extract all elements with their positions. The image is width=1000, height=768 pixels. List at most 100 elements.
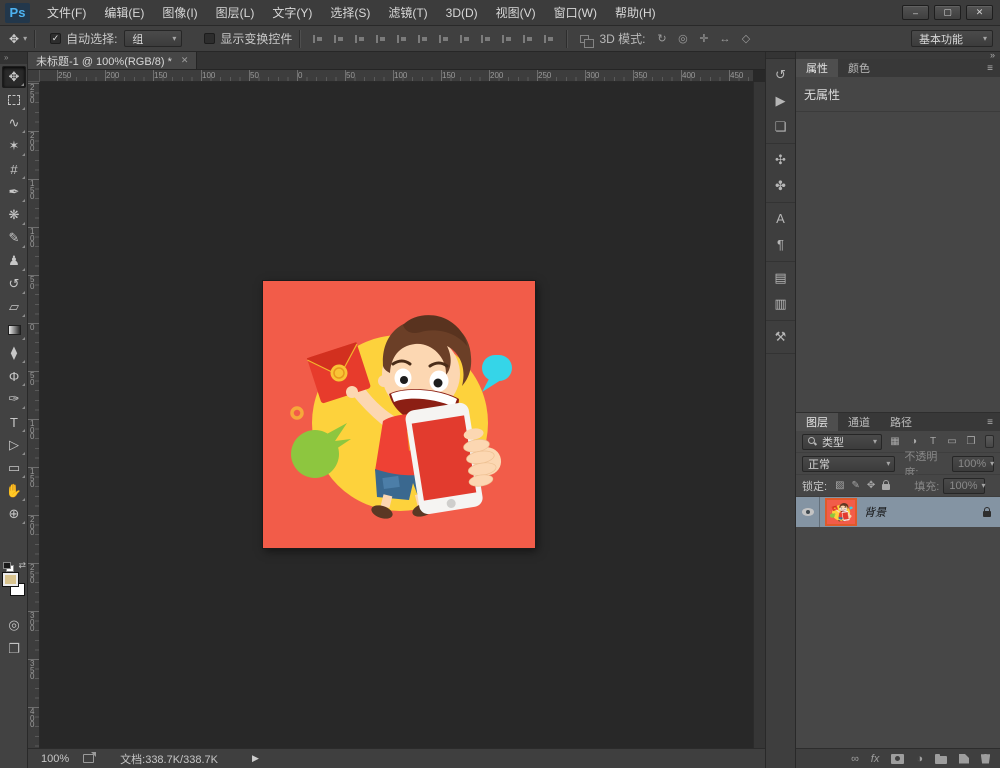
quick-mask-mode-button[interactable]: ◎ [0, 614, 28, 636]
horizontal-ruler[interactable]: 250 200 150 100 50 0 50 100 150 200 250 300 350 400 45… [40, 70, 753, 82]
zoom-tool[interactable]: ⊕ [2, 503, 26, 525]
maximize-button[interactable]: ▢ [934, 5, 961, 20]
properties-panel-menu-icon[interactable]: ≡ [987, 59, 1000, 77]
collapse-panels-icon[interactable]: » [990, 50, 995, 60]
menu-item[interactable]: 文字(Y) [263, 0, 321, 26]
3d-drag-tool[interactable]: ✛ [693, 32, 714, 45]
screen-mode-button[interactable]: ❐ [0, 638, 28, 660]
tab-paths[interactable]: 路径 [880, 413, 922, 431]
eyedropper-tool[interactable]: ✒ [2, 181, 26, 203]
lock-transparent-pixels[interactable]: ▨ [835, 480, 844, 491]
layer-filter-dropdown[interactable]: 类型 ▾ [802, 433, 882, 450]
auto-align-layers[interactable] [575, 34, 595, 48]
minimize-button[interactable]: – [902, 5, 929, 20]
3d-rotate-tool[interactable]: ↻ [651, 32, 672, 45]
3d-scale-tool[interactable]: ◇ [735, 32, 756, 45]
path-selection-tool[interactable]: ▷ [2, 434, 26, 456]
blend-mode-dropdown[interactable]: 正常 ▾ [802, 455, 896, 472]
distribute-top-edges[interactable] [434, 34, 454, 43]
spot-healing-brush-tool[interactable]: ❋ [2, 204, 26, 226]
3d-slide-tool[interactable]: ↔ [714, 33, 735, 45]
move-tool[interactable]: ✥ [2, 66, 26, 88]
new-adjustment-layer[interactable]: ◑ [916, 753, 923, 765]
new-layer[interactable] [959, 753, 969, 764]
brush-presets-panel[interactable]: ✤ [769, 174, 793, 197]
menu-item[interactable]: 图层(L) [207, 0, 264, 26]
layer-effects[interactable]: fx [871, 753, 880, 765]
layers-panel-menu-icon[interactable]: ≡ [987, 413, 1000, 431]
menu-item[interactable]: 滤镜(T) [379, 0, 436, 26]
align-right-edges[interactable] [413, 34, 433, 43]
styles-panel[interactable]: ❏ [769, 115, 793, 138]
actions-panel[interactable]: ▶ [769, 89, 793, 112]
new-group[interactable] [935, 753, 947, 764]
close-button[interactable]: ✕ [966, 5, 993, 20]
default-colors-icon[interactable] [3, 562, 14, 572]
document-tab[interactable]: 未标题-1 @ 100%(RGB/8) * ✕ [28, 52, 198, 69]
layer-filter-toggle[interactable] [985, 435, 994, 448]
history-brush-tool[interactable]: ↺ [2, 273, 26, 295]
workspace-switcher[interactable]: 基本功能 ▾ [911, 30, 993, 47]
tab-layers[interactable]: 图层 [796, 413, 838, 431]
auto-select-dropdown[interactable]: 组 ▾ [124, 30, 183, 47]
tab-color[interactable]: 颜色 [838, 59, 880, 77]
show-transform-checkbox[interactable] [204, 33, 216, 44]
menu-item[interactable]: 图像(I) [153, 0, 206, 26]
rectangular-marquee-tool[interactable] [2, 89, 26, 111]
foreground-color-swatch[interactable] [3, 573, 18, 586]
distribute-horizontal-centers[interactable] [518, 34, 538, 43]
layer-thumbnail[interactable] [825, 498, 857, 526]
brush-panel[interactable]: ✣ [769, 148, 793, 171]
auto-select-checkbox[interactable]: ✓ [50, 33, 62, 44]
hand-tool[interactable]: ✋ [2, 480, 26, 502]
notes-panel[interactable]: ▥ [769, 292, 793, 315]
align-horizontal-centers[interactable] [392, 34, 412, 43]
align-top-edges[interactable] [308, 34, 328, 43]
layer-comps-panel[interactable]: ▤ [769, 266, 793, 289]
measurement-record[interactable]: ⚒ [769, 325, 793, 348]
add-layer-mask[interactable] [891, 753, 905, 764]
panel-dock-header[interactable] [766, 52, 795, 59]
distribute-bottom-edges[interactable] [476, 34, 496, 43]
filter-type-layers[interactable]: T [926, 436, 940, 447]
filter-smart-objects[interactable]: ❒ [964, 436, 978, 447]
paragraph-panel[interactable]: ¶ [769, 233, 793, 256]
distribute-left-edges[interactable] [497, 34, 517, 43]
canvas-document[interactable] [263, 281, 535, 548]
crop-tool[interactable]: # [2, 158, 26, 180]
delete-layer[interactable] [981, 753, 990, 764]
fill-dropdown[interactable]: 100% ▾ [943, 477, 986, 494]
align-left-edges[interactable] [371, 34, 391, 43]
distribute-vertical-centers[interactable] [455, 34, 475, 43]
quick-selection-tool[interactable]: ✶ [2, 135, 26, 157]
layer-row[interactable]: 背景 [796, 497, 1000, 527]
gradient-tool[interactable] [2, 319, 26, 341]
lock-position[interactable]: ✥ [867, 480, 875, 491]
document-tab-close-icon[interactable]: ✕ [181, 55, 189, 66]
filter-adjustment-layers[interactable]: ◑ [907, 436, 921, 447]
clone-stamp-tool[interactable]: ♟ [2, 250, 26, 272]
tab-channels[interactable]: 通道 [838, 413, 880, 431]
pen-tool[interactable]: ✑ [2, 388, 26, 410]
link-layers[interactable]: ∞ [851, 753, 859, 765]
menu-item[interactable]: 编辑(E) [95, 0, 153, 26]
type-tool[interactable]: T [2, 411, 26, 433]
menu-item[interactable]: 窗口(W) [545, 0, 606, 26]
menu-item[interactable]: 帮助(H) [606, 0, 665, 26]
layer-visibility-toggle[interactable] [796, 497, 820, 527]
align-vertical-centers[interactable] [329, 34, 349, 43]
status-bar-arrow-icon[interactable]: ▶ [252, 753, 259, 764]
menu-item[interactable]: 选择(S) [321, 0, 379, 26]
align-bottom-edges[interactable] [350, 34, 370, 43]
vertical-ruler[interactable]: 2 5 0 2 0 0 1 5 0 1 0 0 5 0 0 5 0 1 0 0 1 5 0 2 0… [28, 82, 40, 748]
menu-item[interactable]: 文件(F) [38, 0, 95, 26]
blur-tool[interactable]: ⧫ [2, 342, 26, 364]
rectangle-tool[interactable]: ▭ [2, 457, 26, 479]
character-panel[interactable]: A [769, 207, 793, 230]
history-panel[interactable]: ↺ [769, 63, 793, 86]
tools-panel-collapse[interactable]: » [0, 52, 27, 64]
zoom-level-field[interactable]: 100% [41, 753, 69, 765]
3d-roll-tool[interactable]: ◎ [672, 32, 693, 45]
menu-item[interactable]: 视图(V) [487, 0, 545, 26]
filter-shape-layers[interactable]: ▭ [945, 436, 959, 447]
